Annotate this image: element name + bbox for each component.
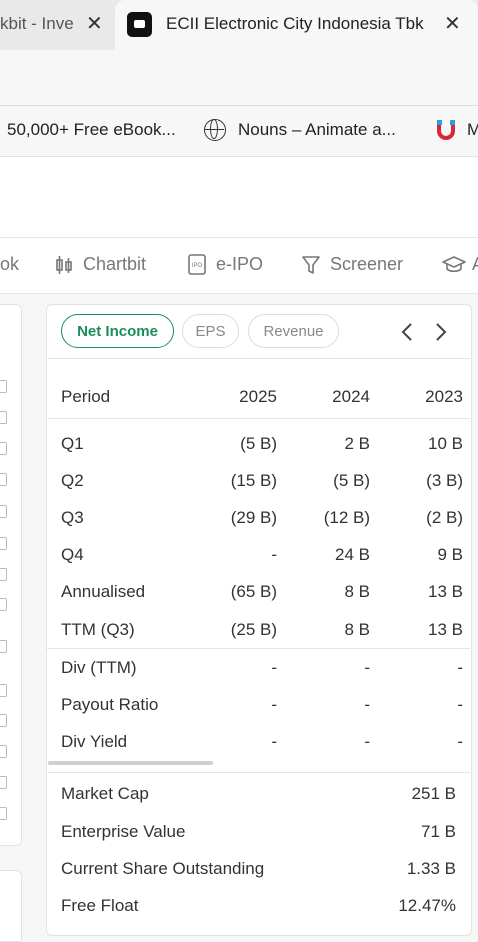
tab-eps[interactable]: EPS — [182, 314, 239, 348]
table-cell: (25 B) — [230, 620, 277, 639]
filter-icon — [302, 256, 320, 274]
row-label: Q3 — [61, 508, 84, 527]
checkbox[interactable] — [0, 807, 7, 820]
table-cell: 8 B — [344, 582, 370, 601]
checkbox[interactable] — [0, 776, 7, 789]
page-header — [0, 157, 478, 237]
checkbox[interactable] — [0, 411, 7, 424]
table-cell: - — [457, 732, 463, 751]
svg-text:IPO: IPO — [192, 263, 203, 269]
table-cell: - — [271, 545, 277, 564]
candlestick-icon — [56, 256, 72, 274]
nav-item-screener[interactable]: Screener — [330, 254, 403, 275]
bookmark-ebooks[interactable]: 50,000+ Free eBook... — [7, 120, 176, 140]
tab-revenue[interactable]: Revenue — [248, 314, 339, 348]
table-cell: (65 B) — [230, 582, 277, 601]
divider — [47, 772, 470, 773]
divider — [47, 358, 470, 359]
table-cell: 2 B — [344, 434, 370, 453]
bookmark-m[interactable]: M — [467, 120, 478, 140]
close-tab-icon[interactable]: ✕ — [86, 13, 103, 35]
table-cell: (3 B) — [426, 471, 463, 490]
nav-item-partial-right[interactable]: A — [472, 254, 478, 275]
ipo-icon: IPO — [188, 254, 206, 275]
row-label: Annualised — [61, 582, 146, 601]
chevron-right-icon[interactable] — [434, 322, 448, 342]
table-cell: - — [364, 732, 370, 751]
column-header-2025: 2025 — [239, 387, 277, 406]
table-cell: - — [271, 658, 277, 677]
row-label: Div Yield — [61, 732, 128, 751]
row-label: Payout Ratio — [61, 695, 159, 714]
row-label: TTM (Q3) — [61, 620, 135, 639]
table-cell: 10 B — [428, 434, 463, 453]
row-label: Div (TTM) — [61, 658, 137, 677]
row-label: Q4 — [61, 545, 84, 564]
table-cell: (5 B) — [240, 434, 277, 453]
chevron-left-icon[interactable] — [400, 322, 414, 342]
checkbox[interactable] — [0, 505, 7, 518]
stat-label: Current Share Outstanding — [61, 859, 265, 878]
table-cell: (12 B) — [323, 508, 370, 527]
stat-label: Market Cap — [61, 784, 149, 803]
column-header-2024: 2024 — [332, 387, 370, 406]
stat-value: 71 B — [421, 822, 456, 841]
browser-tab-title: kbit - Inve — [0, 14, 74, 33]
table-cell: - — [271, 732, 277, 751]
column-header-2023: 2023 — [425, 387, 463, 406]
table-cell: - — [271, 695, 277, 714]
nav-item-partial[interactable]: ok — [0, 254, 19, 275]
browser-tab-title-active: ECII Electronic City Indonesia Tbk — [166, 14, 424, 33]
checkbox[interactable] — [0, 745, 7, 758]
stat-value: 12.47% — [398, 896, 456, 915]
table-cell: (5 B) — [333, 471, 370, 490]
table-cell: 13 B — [428, 620, 463, 639]
table-cell: (2 B) — [426, 508, 463, 527]
table-cell: 9 B — [437, 545, 463, 564]
table-cell: 13 B — [428, 582, 463, 601]
checkbox[interactable] — [0, 442, 7, 455]
left-panel-lower — [0, 870, 22, 942]
table-cell: - — [457, 658, 463, 677]
close-tab-icon[interactable]: ✕ — [444, 13, 461, 35]
address-bar[interactable] — [0, 50, 478, 106]
divider — [47, 418, 470, 419]
horizontal-scrollbar[interactable] — [48, 761, 213, 765]
table-cell: - — [364, 658, 370, 677]
row-label: Q2 — [61, 471, 84, 490]
checkbox[interactable] — [0, 537, 7, 550]
table-cell: - — [364, 695, 370, 714]
checkbox[interactable] — [0, 568, 7, 581]
column-header-period: Period — [61, 387, 111, 406]
checkbox[interactable] — [0, 473, 7, 486]
site-favicon-icon — [127, 12, 152, 37]
divider — [47, 648, 470, 649]
globe-icon — [204, 119, 226, 141]
stat-value: 1.33 B — [406, 859, 456, 878]
magnet-icon — [437, 120, 455, 140]
table-cell: (29 B) — [230, 508, 277, 527]
checkbox[interactable] — [0, 380, 7, 393]
table-cell: 24 B — [335, 545, 370, 564]
table-cell: - — [457, 695, 463, 714]
table-cell: (15 B) — [230, 471, 277, 490]
tab-net-income[interactable]: Net Income — [61, 314, 174, 348]
checkbox[interactable] — [0, 714, 7, 727]
bookmark-nouns[interactable]: Nouns – Animate a... — [238, 120, 396, 140]
checkbox[interactable] — [0, 640, 7, 653]
graduation-cap-icon — [442, 256, 466, 273]
stat-label: Free Float — [61, 896, 139, 915]
stat-value: 251 B — [411, 784, 456, 803]
checkbox[interactable] — [0, 684, 7, 697]
checkbox[interactable] — [0, 598, 7, 611]
table-cell: 8 B — [344, 620, 370, 639]
nav-item-eipo[interactable]: e-IPO — [216, 254, 263, 275]
row-label: Q1 — [61, 434, 84, 453]
nav-item-chartbit[interactable]: Chartbit — [83, 254, 146, 275]
stat-label: Enterprise Value — [61, 822, 186, 841]
